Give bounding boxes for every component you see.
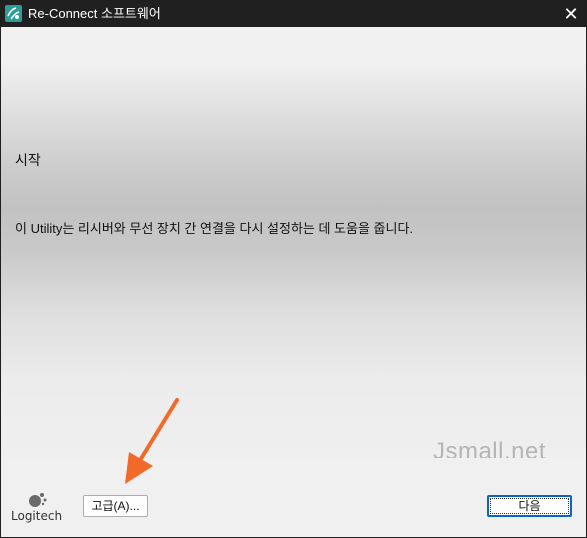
next-button[interactable]: 다음 bbox=[487, 495, 572, 517]
reconnect-window: Re-Connect 소프트웨어 ✕ 시작 이 Utility는 리시버와 무선… bbox=[0, 0, 587, 538]
advanced-button[interactable]: 고급(A)... bbox=[83, 495, 148, 517]
close-button[interactable]: ✕ bbox=[556, 1, 586, 27]
logitech-logo-text: Logitech bbox=[11, 509, 63, 523]
content-area: 시작 이 Utility는 리시버와 무선 장치 간 연결을 다시 설정하는 데… bbox=[1, 27, 586, 465]
title-bar[interactable]: Re-Connect 소프트웨어 ✕ bbox=[1, 1, 586, 27]
app-icon bbox=[5, 5, 22, 22]
logitech-logo-icon bbox=[29, 493, 47, 507]
focus-ring bbox=[490, 498, 569, 514]
page-description: 이 Utility는 리시버와 무선 장치 간 연결을 다시 설정하는 데 도움… bbox=[15, 221, 414, 236]
logitech-logo: Logitech bbox=[11, 491, 67, 527]
annotation-arrow-icon bbox=[125, 398, 179, 484]
window-title: Re-Connect 소프트웨어 bbox=[28, 6, 161, 21]
close-icon: ✕ bbox=[563, 4, 579, 24]
page-heading: 시작 bbox=[15, 152, 41, 168]
